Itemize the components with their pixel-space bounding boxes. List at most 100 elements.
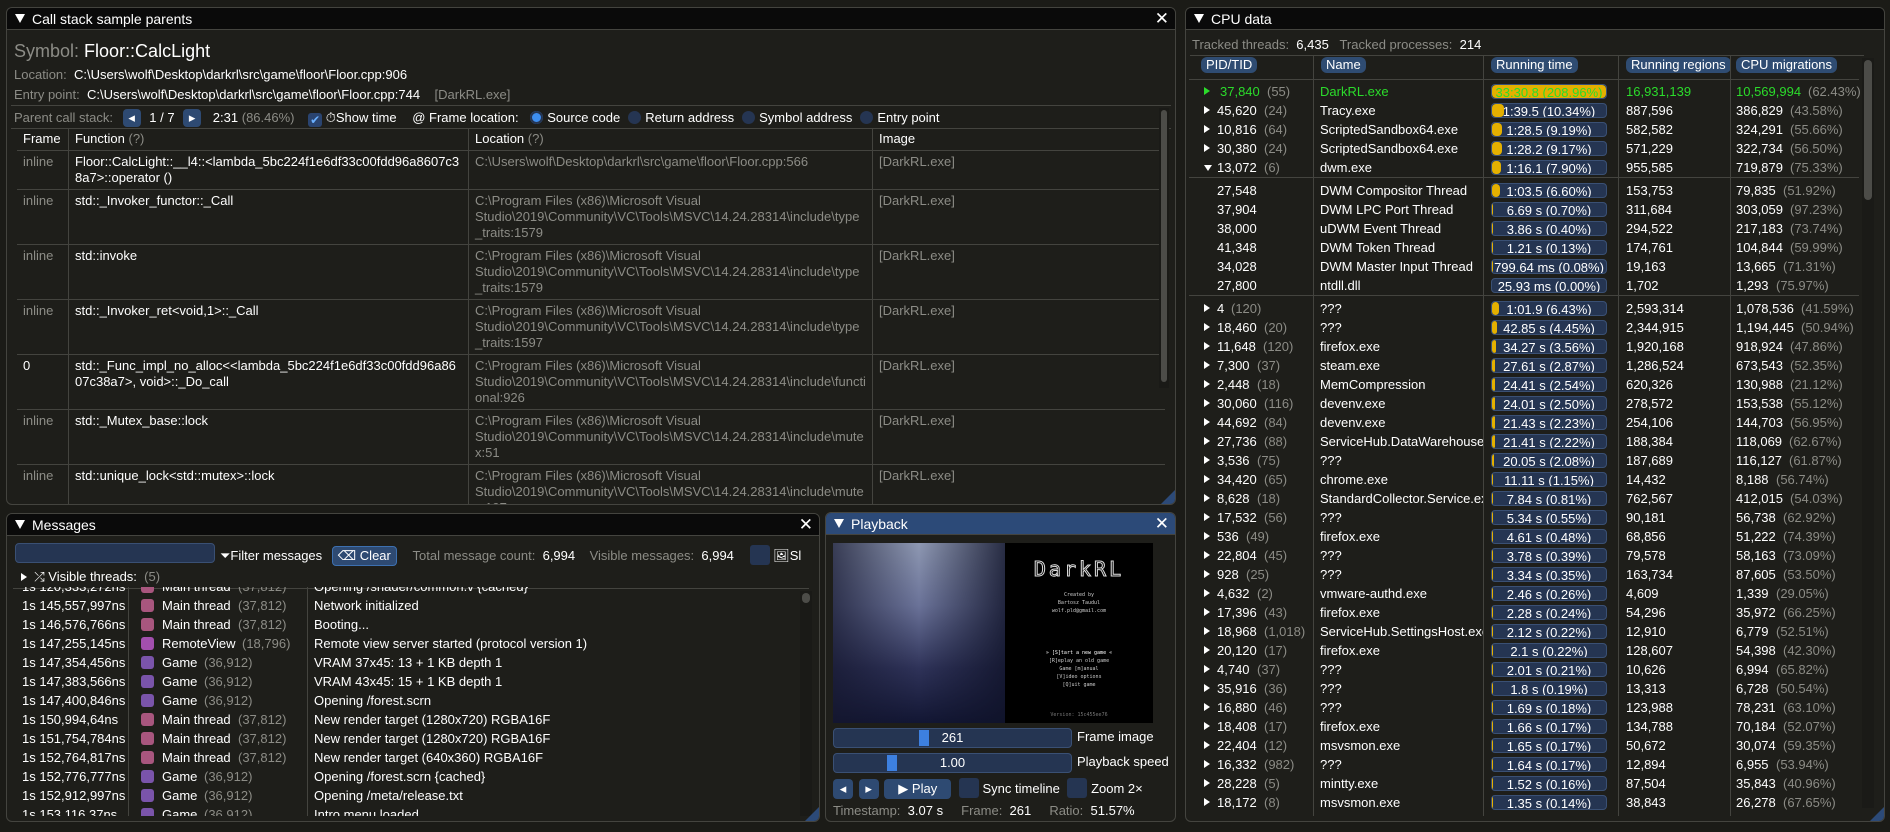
table-row[interactable]: inline std::_Invoker_functor::_Call C:\Pro…: [17, 190, 1165, 245]
cpu-row[interactable]: 37,840 (55) DarkRL.exe 33:30.8 (208.96%) 16,…: [1189, 82, 1861, 101]
expand-icon[interactable]: [1204, 513, 1210, 521]
cpu-row[interactable]: 4,740 (37)??? 2.01 s (0.21%) 10,626 6,994 (65…: [1189, 660, 1859, 679]
message-row[interactable]: 1s 147,383,566ns Game (36,912) VRAM 43x45: …: [22, 672, 792, 691]
frame-location-radio[interactable]: Return address: [628, 110, 734, 125]
cpu-row[interactable]: 30,380 (24) ScriptedSandbox64.exe 1:28.2 (9…: [1189, 139, 1859, 158]
expand-icon[interactable]: [1204, 342, 1210, 350]
table-row[interactable]: inline std::_Invoker_ret<void,1>::_Call C:…: [17, 300, 1165, 355]
play-button[interactable]: ▶ Play: [884, 779, 952, 799]
cpu-row[interactable]: 22,804 (45)??? 3.78 s (0.39%) 79,578 58,163 (…: [1189, 546, 1859, 565]
expand-icon[interactable]: [1204, 551, 1210, 559]
resize-grip[interactable]: [1870, 807, 1884, 821]
message-row[interactable]: 1s 147,400,846ns Game (36,912) Opening /for…: [22, 691, 792, 710]
cpu-row[interactable]: 18,408 (17) firefox.exe 1.66 s (0.17%) 134,7…: [1189, 717, 1859, 736]
cpu-row[interactable]: 536 (49) firefox.exe 4.61 s (0.48%) 68,856 51…: [1189, 527, 1859, 546]
prev-frame-button[interactable]: ◂: [833, 779, 853, 799]
prev-callstack-button[interactable]: ◂: [122, 109, 141, 127]
cpu-row[interactable]: 13,072 (6) dwm.exe 1:16.1 (7.90%) 955,585 719…: [1189, 158, 1859, 177]
expand-icon[interactable]: [1204, 125, 1210, 133]
expand-icon[interactable]: [1204, 722, 1210, 730]
expand-icon[interactable]: [1204, 741, 1210, 749]
cpu-row[interactable]: 27,548 DWM Compositor Thread 1:03.5 (6.60%…: [1189, 181, 1859, 200]
expand-icon[interactable]: [1204, 798, 1210, 806]
slider-grab[interactable]: [918, 730, 929, 746]
table-row[interactable]: 0 std::_Func_impl_no_alloc<<lambda_5bc224…: [17, 355, 1165, 410]
header-function[interactable]: Function (?): [69, 128, 469, 150]
cpu-row[interactable]: 34,028 DWM Master Input Thread 799.64 ms (…: [1189, 257, 1859, 276]
help-icon[interactable]: (?): [528, 131, 544, 146]
header-location[interactable]: Location (?): [469, 128, 873, 150]
cpu-row[interactable]: 16,880 (46)??? 1.69 s (0.18%) 123,988 78,231…: [1189, 698, 1859, 717]
playback-titlebar[interactable]: Playback: [826, 513, 1175, 535]
messages-titlebar[interactable]: Messages: [7, 514, 819, 536]
cpu-row[interactable]: 20,120 (17) firefox.exe 2.1 s (0.22%) 128,60…: [1189, 641, 1859, 660]
close-icon[interactable]: ✕: [1155, 9, 1169, 29]
expand-icon[interactable]: [1204, 437, 1210, 445]
cpu-row[interactable]: 35,916 (36)??? 1.8 s (0.19%) 13,313 6,728 (50…: [1189, 679, 1859, 698]
cpu-row[interactable]: 8,628 (18) StandardCollector.Service.exe 7.…: [1189, 489, 1859, 508]
table-row[interactable]: inline std::_Mutex_base::lock C:\Program F…: [17, 410, 1165, 465]
table-row[interactable]: inline std::invoke C:\Program Files (x86)\…: [17, 245, 1165, 300]
cpu-row[interactable]: 37,904 DWM LPC Port Thread 6.69 s (0.70%) 3…: [1189, 200, 1859, 219]
message-row[interactable]: 1s 150,994,64ns Main thread (37,812) New re…: [22, 710, 792, 729]
column-header[interactable]: Name: [1321, 57, 1366, 73]
cpu-titlebar[interactable]: CPU data: [1186, 8, 1884, 30]
next-callstack-button[interactable]: ▸: [183, 109, 202, 127]
column-header[interactable]: Running regions: [1626, 57, 1731, 73]
collapse-icon[interactable]: [15, 520, 25, 529]
message-row[interactable]: 1s 152,764,817ns Main thread (37,812) New r…: [22, 748, 792, 767]
header-frame[interactable]: Frame: [17, 128, 69, 150]
collapse-icon[interactable]: [15, 14, 25, 23]
cpu-row[interactable]: 4 (120)??? 1:01.9 (6.43%) 2,593,314 1,078,53…: [1189, 299, 1859, 318]
expand-icon[interactable]: [1204, 304, 1210, 312]
message-row[interactable]: 1s 147,354,456ns Game (36,912) VRAM 37x45: …: [22, 653, 792, 672]
cpu-row[interactable]: 30,060 (116) devenv.exe 24.01 s (2.50%) 278,…: [1189, 394, 1859, 413]
cpu-row[interactable]: 928 (25)??? 3.34 s (0.35%) 163,734 87,605 (53…: [1189, 565, 1859, 584]
cpu-row[interactable]: 17,532 (56)??? 5.34 s (0.55%) 90,181 56,738 (…: [1189, 508, 1859, 527]
cpu-row[interactable]: 41,348 DWM Token Thread 1.21 s (0.13%) 174,…: [1189, 238, 1859, 257]
cpu-scrollbar[interactable]: [1862, 58, 1874, 808]
expand-icon[interactable]: [21, 573, 27, 581]
cpu-row[interactable]: 22,404 (12) msvsmon.exe 1.65 s (0.17%) 50,67…: [1189, 736, 1859, 755]
cpu-row[interactable]: 38,000 uDWM Event Thread 3.86 s (0.40%) 294…: [1189, 219, 1859, 238]
expand-icon[interactable]: [1204, 627, 1210, 635]
cpu-row[interactable]: 27,736 (88) ServiceHub.DataWarehouseHost.e…: [1189, 432, 1859, 451]
clear-button[interactable]: ⌫ Clear: [331, 546, 397, 566]
expand-icon[interactable]: [1204, 106, 1210, 114]
next-frame-button[interactable]: ▸: [858, 779, 879, 799]
cpu-row[interactable]: 7,300 (37) steam.exe 27.61 s (2.87%) 1,286,5…: [1189, 356, 1859, 375]
cpu-row[interactable]: 2,448 (18) MemCompression 24.41 s (2.54%) 62…: [1189, 375, 1859, 394]
show-time-checkbox[interactable]: ✔: [308, 113, 323, 127]
sync-timeline-checkbox[interactable]: [958, 778, 979, 798]
cpu-row[interactable]: 28,228 (5) mintty.exe 1.52 s (0.16%) 87,504 3…: [1189, 774, 1859, 793]
expand-icon[interactable]: [1204, 494, 1210, 502]
cpu-row[interactable]: 10,816 (64) ScriptedSandbox64.exe 1:28.5 (9…: [1189, 120, 1859, 139]
expand-icon[interactable]: [1204, 361, 1210, 369]
expand-icon[interactable]: [1204, 323, 1210, 331]
expand-icon[interactable]: [1204, 589, 1210, 597]
cpu-row[interactable]: 18,968 (1,018) ServiceHub.SettingsHost.exe…: [1189, 622, 1859, 641]
expand-icon[interactable]: [1204, 532, 1210, 540]
cpu-row[interactable]: 17,396 (43) firefox.exe 2.28 s (0.24%) 54,29…: [1189, 603, 1859, 622]
cpu-row[interactable]: 27,800 ntdll.dll 25.93 ms (0.00%) 1,702 1,29…: [1189, 276, 1859, 295]
message-row[interactable]: 1s 120,333,272ns Main thread (37,812) Openi…: [22, 587, 792, 596]
close-icon[interactable]: ✕: [1155, 514, 1169, 534]
expand-icon[interactable]: [1204, 570, 1210, 578]
cpu-row[interactable]: 44,692 (84) devenv.exe 21.43 s (2.23%) 254,1…: [1189, 413, 1859, 432]
message-row[interactable]: 1s 151,754,784ns Main thread (37,812) New r…: [22, 729, 792, 748]
expand-icon[interactable]: [1204, 646, 1210, 654]
expand-icon[interactable]: [1204, 684, 1210, 692]
message-row[interactable]: 1s 153,116,37ns Game (36,912) Intro menu lo…: [22, 805, 792, 816]
expand-icon[interactable]: [1204, 475, 1210, 483]
message-row[interactable]: 1s 147,255,145ns RemoteView (18,796) Remote…: [22, 634, 792, 653]
slider-grab[interactable]: [886, 755, 897, 771]
message-row[interactable]: 1s 152,776,777ns Game (36,912) Opening /for…: [22, 767, 792, 786]
speed-slider[interactable]: 1.00: [833, 753, 1072, 773]
expand-icon[interactable]: [1204, 144, 1210, 152]
zoom-checkbox[interactable]: [1067, 778, 1088, 798]
visible-threads-label[interactable]: Visible threads:: [48, 569, 137, 584]
cpu-row[interactable]: 16,332 (982)??? 1.64 s (0.17%) 12,894 6,955 (…: [1189, 755, 1859, 774]
expand-icon[interactable]: [1204, 760, 1210, 768]
frame-location-radio[interactable]: Source code: [530, 110, 620, 125]
resize-grip[interactable]: [1161, 490, 1175, 504]
